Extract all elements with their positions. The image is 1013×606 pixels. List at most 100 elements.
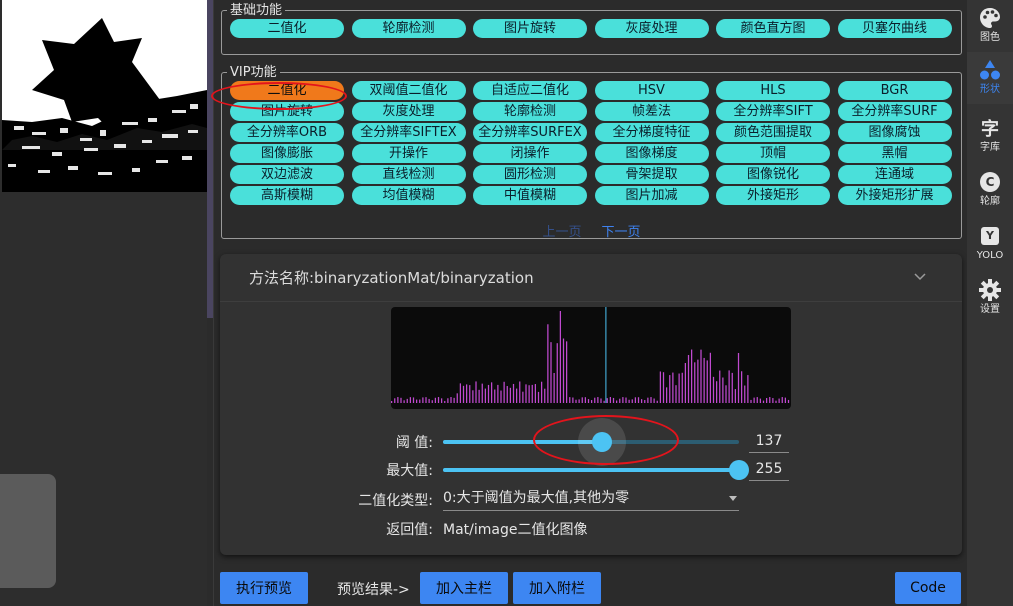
histogram-bar	[659, 371, 661, 403]
method-title: 方法名称:binaryzationMat/binaryzation	[249, 269, 534, 287]
sidebar-item-color[interactable]: 图色	[967, 0, 1013, 52]
vip-chip[interactable]: 外接矩形扩展	[837, 186, 952, 205]
histogram-bar	[575, 399, 577, 403]
vip-chip[interactable]: 全分辨率SIFTEX	[351, 123, 466, 142]
basic-chip[interactable]: 轮廓检测	[351, 19, 466, 38]
vip-chip[interactable]: 圆形检测	[473, 165, 587, 184]
vip-chip[interactable]: 全分梯度特征	[594, 123, 709, 142]
add-main-button[interactable]: 加入主栏	[420, 572, 508, 604]
histogram-bar	[447, 398, 449, 403]
vip-chip[interactable]: 外接矩形	[716, 186, 830, 205]
basic-chip[interactable]: 灰度处理	[594, 19, 709, 38]
vip-chip[interactable]: 直线检测	[351, 165, 466, 184]
vip-chip[interactable]: 图像膨胀	[230, 144, 344, 163]
binarize-type-row: 二值化类型: 0:大于阈值为最大值,其他为零	[220, 487, 962, 511]
vip-chip[interactable]: HSV	[594, 81, 709, 100]
return-value-text: Mat/image二值化图像	[443, 522, 588, 538]
histogram-bar	[397, 397, 399, 403]
histogram-bar	[700, 349, 702, 403]
vip-chip[interactable]: 均值模糊	[351, 186, 466, 205]
threshold-slider[interactable]	[443, 418, 739, 466]
basic-chip[interactable]: 二值化	[230, 19, 344, 38]
preview-thumbnail-card[interactable]	[0, 474, 56, 588]
binarize-type-select[interactable]: 0:大于阈值为最大值,其他为零	[443, 487, 739, 511]
sidebar-item-yolo[interactable]: Y YOLO	[967, 218, 1013, 270]
vip-chip[interactable]: 中值模糊	[473, 186, 587, 205]
vip-chip[interactable]: 闭操作	[473, 144, 587, 163]
vip-chip[interactable]: 自适应二值化	[473, 81, 587, 100]
histogram-bar	[775, 400, 777, 403]
basic-chip[interactable]: 贝塞尔曲线	[837, 19, 952, 38]
vip-chip[interactable]: 颜色范围提取	[716, 123, 830, 142]
basic-chip[interactable]: 颜色直方图	[716, 19, 830, 38]
vip-chip[interactable]: 骨架提取	[594, 165, 709, 184]
sidebar-item-label: 字库	[980, 142, 1000, 153]
histogram-bar	[509, 387, 511, 403]
prev-page-link[interactable]: 上一页	[542, 221, 581, 240]
max-value-slider-knob[interactable]	[729, 460, 749, 480]
histogram-bar	[434, 397, 436, 403]
vip-chip[interactable]: 图像锐化	[716, 165, 830, 184]
histogram-bar	[556, 343, 558, 403]
sidebar-item-font[interactable]: 字 字库	[967, 110, 1013, 162]
histogram-bar	[562, 338, 565, 403]
vip-chip[interactable]: 灰度处理	[351, 102, 466, 121]
sidebar-item-label: 轮廓	[980, 196, 1000, 207]
vip-chip[interactable]: 帧差法	[594, 102, 709, 121]
histogram-bar	[444, 400, 446, 403]
histogram-bar	[578, 399, 580, 403]
histogram-bar	[453, 397, 455, 403]
vip-chip[interactable]: HLS	[716, 81, 830, 100]
histogram-bar	[603, 400, 605, 403]
vip-chip[interactable]: 图片加减	[594, 186, 709, 205]
sidebar-item-contour[interactable]: C 轮廓	[967, 164, 1013, 216]
vip-chip[interactable]: BGR	[837, 81, 952, 100]
histogram-bar	[778, 398, 780, 403]
histogram-bar	[759, 398, 761, 403]
run-preview-button[interactable]: 执行预览	[220, 572, 308, 604]
histogram-bar	[491, 382, 493, 403]
vip-chip[interactable]: 连通域	[837, 165, 952, 184]
method-panel-header[interactable]: 方法名称:binaryzationMat/binaryzation	[220, 254, 962, 302]
vip-chip[interactable]: 全分辨率ORB	[230, 123, 344, 142]
vip-chip[interactable]: 图片旋转	[230, 102, 344, 121]
image-preview-pane	[0, 0, 207, 606]
histogram-bar	[559, 311, 561, 403]
histogram-bar	[431, 400, 433, 403]
sidebar-item-shapes[interactable]: 形状	[967, 52, 1013, 104]
vip-chip[interactable]: 图像腐蚀	[837, 123, 952, 142]
sidebar-item-settings[interactable]: 设置	[967, 272, 1013, 324]
vip-chip[interactable]: 双边滤波	[230, 165, 344, 184]
threshold-slider-knob[interactable]	[592, 432, 613, 452]
vip-chip[interactable]: 黑帽	[837, 144, 952, 163]
shapes-icon	[978, 58, 1002, 82]
preview-result-label: 预览结果->	[337, 582, 410, 598]
threshold-label: 阈 值:	[395, 435, 433, 451]
vip-chip[interactable]: 全分辨率SURFEX	[473, 123, 587, 142]
vip-chip[interactable]: 顶帽	[716, 144, 830, 163]
vip-chip[interactable]: 双阈值二值化	[351, 81, 466, 100]
basic-chip[interactable]: 图片旋转	[473, 19, 587, 38]
threshold-value-input[interactable]: 137	[749, 429, 789, 453]
vip-chip[interactable]: 二值化	[230, 81, 344, 100]
histogram-bar	[706, 360, 708, 403]
max-value-slider[interactable]	[443, 460, 749, 480]
vip-chip[interactable]: 全分辨率SIFT	[716, 102, 830, 121]
add-sub-button[interactable]: 加入附栏	[513, 572, 601, 604]
max-value-label: 最大值:	[386, 463, 433, 479]
code-button[interactable]: Code	[895, 572, 961, 604]
vip-chip[interactable]: 全分辨率SURF	[837, 102, 952, 121]
histogram-bar	[747, 375, 749, 403]
vip-chip[interactable]: 轮廓检测	[473, 102, 587, 121]
histogram-bar	[428, 398, 430, 403]
chevron-down-icon[interactable]	[914, 270, 926, 282]
next-page-link[interactable]: 下一页	[602, 221, 641, 240]
vip-chip[interactable]: 图像梯度	[594, 144, 709, 163]
histogram-bar	[666, 387, 668, 403]
histogram-bar	[712, 376, 715, 403]
histogram-bar	[722, 377, 724, 403]
vip-chip[interactable]: 高斯模糊	[230, 186, 344, 205]
histogram-bar	[600, 398, 602, 403]
max-value-input[interactable]: 255	[749, 457, 789, 481]
vip-chip[interactable]: 开操作	[351, 144, 466, 163]
